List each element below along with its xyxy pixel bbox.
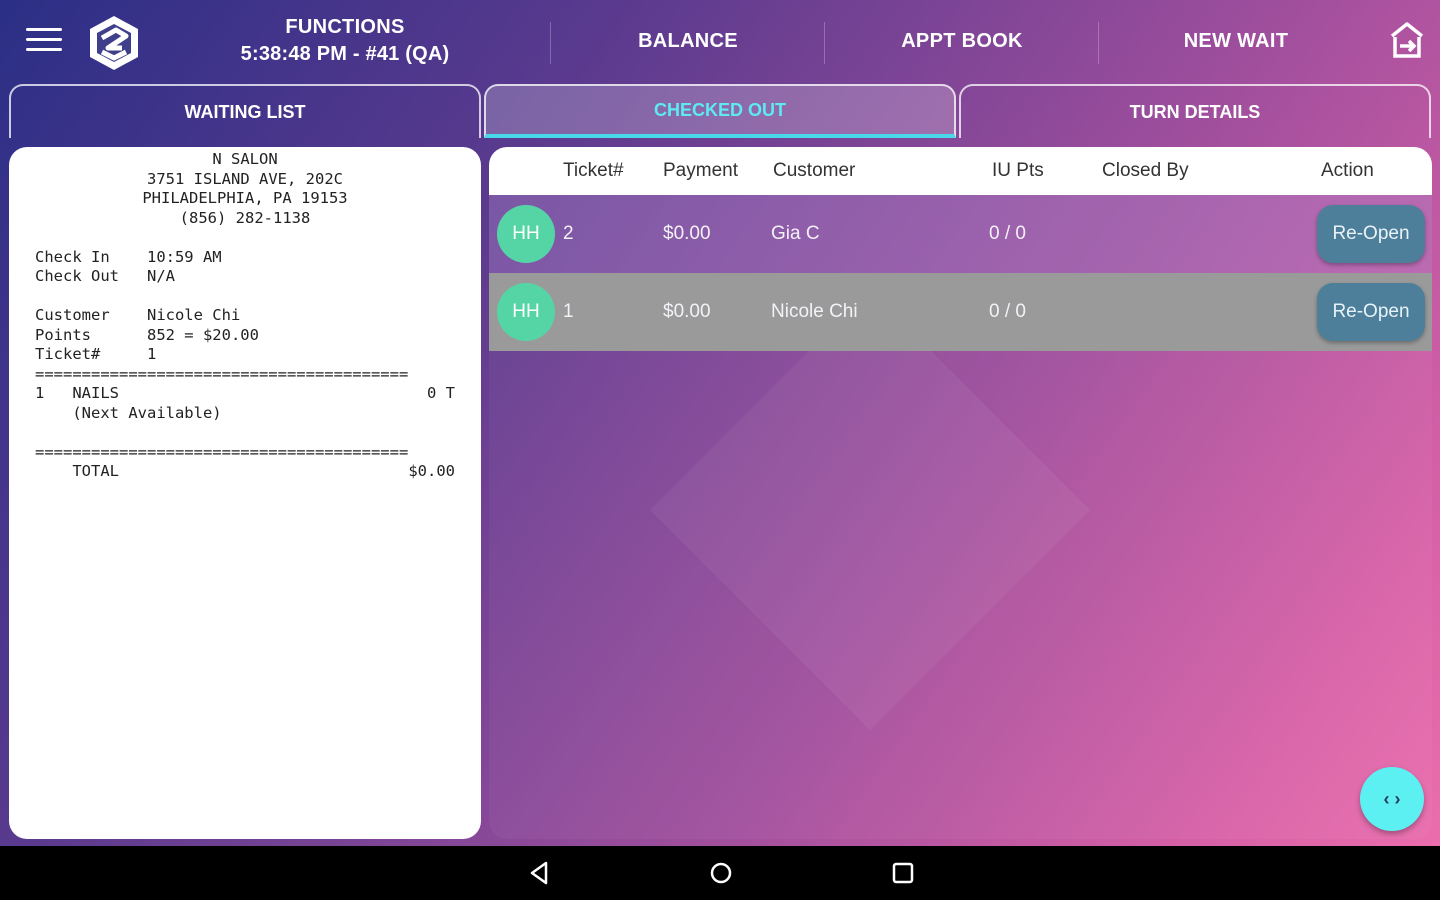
tab-bar: WAITING LIST CHECKED OUT TURN DETAILS [0, 84, 1440, 138]
service-name: 1 NAILS [35, 384, 119, 402]
customer-name: Gia C [771, 223, 820, 244]
payment-amount: $0.00 [663, 301, 711, 322]
total-value: $0.00 [408, 462, 455, 480]
clock-status: 5:38:48 PM - #41 (QA) [240, 43, 450, 65]
reopen-button[interactable]: Re-Open [1317, 283, 1425, 341]
col-payment: Payment [663, 160, 738, 181]
salon-name: N SALON [212, 150, 278, 168]
customer-name: Nicole Chi [771, 301, 858, 322]
check-out-line: Check Out N/A [35, 267, 175, 285]
divider [824, 22, 825, 64]
tab-turn-details[interactable]: TURN DETAILS [959, 84, 1431, 138]
tab-waiting-list[interactable]: WAITING LIST [9, 84, 481, 138]
checked-out-list: Ticket# Payment Customer IU Pts Closed B… [489, 147, 1432, 839]
appt-book-button[interactable]: APPT BOOK [834, 30, 1090, 53]
salon-address-line2: PHILADELPHIA, PA 19153 [142, 189, 348, 207]
col-customer: Customer [773, 160, 856, 181]
back-icon[interactable] [526, 859, 554, 887]
new-wait-button[interactable]: NEW WAIT [1108, 30, 1364, 53]
ticket-line: Ticket# 1 [35, 345, 157, 363]
ticket-number: 2 [563, 223, 574, 244]
app-logo [86, 14, 142, 72]
top-bar: FUNCTIONS 5:38:48 PM - #41 (QA) BALANCE … [0, 0, 1440, 84]
divider [550, 22, 551, 64]
logout-icon[interactable] [1386, 20, 1428, 62]
payment-amount: $0.00 [663, 223, 711, 244]
customer-line: Customer Nicole Chi [35, 306, 241, 324]
points-line: Points 852 = $20.00 [35, 325, 259, 344]
table-row[interactable]: HH 2 $0.00 Gia C 0 / 0 Re-Open [489, 195, 1432, 273]
separator: ======================================== [35, 442, 409, 461]
table-header: Ticket# Payment Customer IU Pts Closed B… [489, 147, 1432, 195]
system-nav-bar [0, 846, 1440, 900]
separator: ======================================== [35, 364, 409, 383]
expand-collapse-button[interactable]: ‹ › [1360, 767, 1424, 831]
recents-icon[interactable] [889, 859, 917, 887]
iu-points: 0 / 0 [989, 223, 1026, 244]
receipt-panel: N SALON 3751 ISLAND AVE, 202C PHILADELPH… [9, 147, 481, 839]
hamburger-menu-icon[interactable] [26, 28, 66, 56]
avatar[interactable]: HH [497, 205, 555, 263]
salon-phone: (856) 282-1138 [179, 208, 311, 227]
service-note: (Next Available) [35, 403, 222, 422]
functions-button[interactable]: FUNCTIONS 5:38:48 PM - #41 (QA) [210, 16, 480, 66]
service-tech: 0 T [427, 384, 455, 402]
reopen-button[interactable]: Re-Open [1317, 205, 1425, 263]
functions-label: FUNCTIONS [285, 16, 405, 38]
balance-button[interactable]: BALANCE [560, 30, 816, 53]
check-in-line: Check In 10:59 AM [35, 247, 222, 266]
tab-checked-out[interactable]: CHECKED OUT [484, 84, 956, 138]
col-action: Action [1321, 160, 1374, 181]
divider [1098, 22, 1099, 64]
service-line: 1 NAILS 0 T [35, 384, 455, 404]
col-ticket: Ticket# [563, 160, 624, 181]
iu-points: 0 / 0 [989, 301, 1026, 322]
salon-address-line1: 3751 ISLAND AVE, 202C [147, 169, 343, 188]
total-label: TOTAL [35, 462, 119, 480]
ticket-number: 1 [563, 301, 574, 322]
col-iu-pts: IU Pts [992, 160, 1044, 181]
avatar[interactable]: HH [497, 283, 555, 341]
home-icon[interactable] [707, 859, 735, 887]
total-line: TOTAL $0.00 [35, 462, 455, 482]
table-row[interactable]: HH 1 $0.00 Nicole Chi 0 / 0 Re-Open [489, 273, 1432, 351]
col-closed-by: Closed By [1102, 160, 1189, 181]
